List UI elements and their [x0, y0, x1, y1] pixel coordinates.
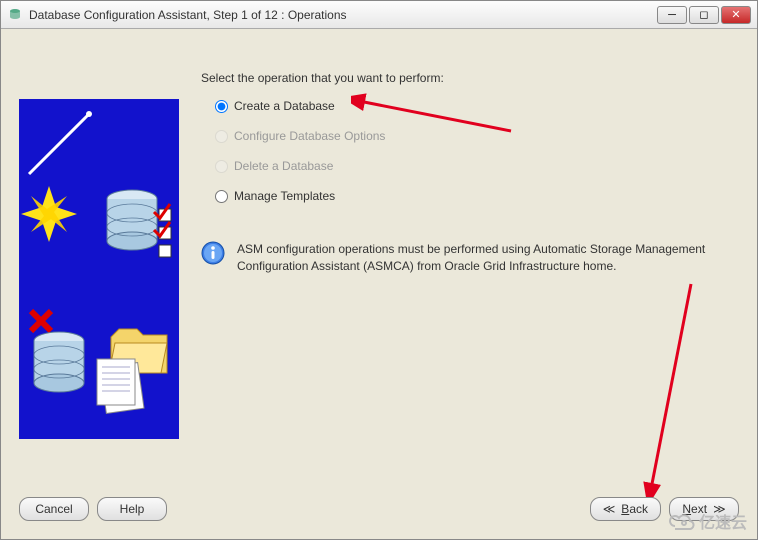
info-icon — [201, 241, 225, 265]
app-icon — [7, 7, 23, 23]
radio-label-configure: Configure Database Options — [234, 129, 385, 143]
radio-input-configure[interactable] — [215, 130, 228, 143]
radio-input-templates[interactable] — [215, 190, 228, 203]
radio-label-create: Create a Database — [234, 99, 335, 113]
radio-manage-templates[interactable]: Manage Templates — [215, 187, 385, 205]
radio-input-create[interactable] — [215, 100, 228, 113]
titlebar[interactable]: Database Configuration Assistant, Step 1… — [1, 1, 757, 29]
close-button[interactable]: ✕ — [721, 6, 751, 24]
content-area: Select the operation that you want to pe… — [1, 29, 757, 539]
watermark: 亿速云 — [667, 509, 747, 533]
radio-input-delete[interactable] — [215, 160, 228, 173]
wizard-window: Database Configuration Assistant, Step 1… — [0, 0, 758, 540]
window-controls: ─ ◻ ✕ — [657, 6, 751, 24]
window-title: Database Configuration Assistant, Step 1… — [29, 8, 657, 22]
cancel-button[interactable]: Cancel — [19, 497, 89, 521]
prompt-text: Select the operation that you want to pe… — [201, 71, 444, 85]
radio-label-delete: Delete a Database — [234, 159, 333, 173]
wizard-graphic — [19, 99, 179, 439]
info-text: ASM configuration operations must be per… — [237, 241, 727, 275]
help-button[interactable]: Help — [97, 497, 167, 521]
button-row: Cancel Help ≪ Back Next ≫ — [19, 497, 739, 521]
operation-radio-group: Create a Database Configure Database Opt… — [215, 97, 385, 205]
chevron-left-icon: ≪ — [603, 502, 616, 516]
radio-delete-database[interactable]: Delete a Database — [215, 157, 385, 175]
radio-create-database[interactable]: Create a Database — [215, 97, 385, 115]
maximize-button[interactable]: ◻ — [689, 6, 719, 24]
info-row: ASM configuration operations must be per… — [201, 241, 727, 275]
radio-label-templates: Manage Templates — [234, 189, 335, 203]
annotation-arrow-2 — [601, 279, 701, 499]
back-button[interactable]: ≪ Back — [590, 497, 661, 521]
radio-configure-options[interactable]: Configure Database Options — [215, 127, 385, 145]
minimize-button[interactable]: ─ — [657, 6, 687, 24]
